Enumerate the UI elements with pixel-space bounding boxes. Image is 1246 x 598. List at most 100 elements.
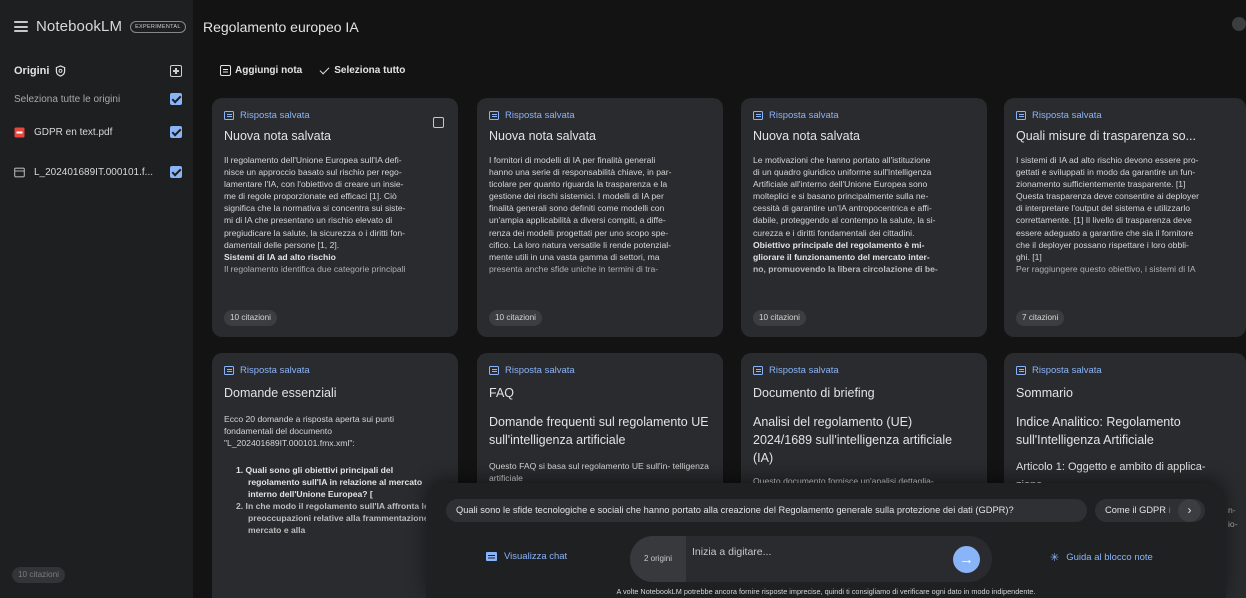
source-count-badge[interactable]: 2 origini (630, 536, 686, 582)
citations-chip[interactable]: 10 citazioni (12, 567, 65, 583)
arrow-right-icon: → (959, 551, 974, 568)
note-tag: Risposta salvata (1032, 110, 1102, 121)
note-tag: Risposta salvata (769, 365, 839, 376)
note-line: zionamento sufficientemente trasparente.… (1016, 179, 1186, 190)
note-card[interactable]: Risposta salvata Quali misure di traspar… (1004, 98, 1246, 337)
note-tag: Risposta salvata (769, 110, 839, 121)
note-tag: Risposta salvata (240, 365, 310, 376)
note-tag: Risposta salvata (240, 110, 310, 121)
add-note-button[interactable]: Aggiungi nota (220, 65, 302, 76)
note-line: no, promuovendo la libera circolazione d… (753, 263, 938, 274)
note-line: presenta anche sfide uniche in termini d… (489, 263, 659, 274)
sources-header: Origini (14, 65, 182, 77)
note-title: Quali misure di trasparenza so... (1016, 129, 1196, 143)
note-card[interactable]: Risposta salvata Domande essenziali Ecco… (212, 353, 458, 598)
note-line: Le motivazioni che hanno portato all'ist… (753, 155, 931, 165)
select-all-sources-checkbox[interactable] (170, 93, 182, 105)
menu-icon[interactable] (14, 21, 28, 32)
note-line: correttamente. [1] Il livello di traspar… (1016, 215, 1192, 226)
source-checkbox[interactable] (170, 166, 182, 178)
note-card[interactable]: Risposta salvata Nuova nota salvata I fo… (477, 98, 723, 337)
disclaimer: A volte NotebookLM potrebbe ancora forni… (616, 587, 1036, 596)
citations-chip[interactable]: 10 citazioni (224, 310, 277, 326)
saved-response-icon (1016, 366, 1026, 375)
note-line: mente utili in una vasta gamma di settor… (489, 251, 660, 262)
note-title: Sommario (1016, 386, 1073, 400)
send-button[interactable]: → (953, 546, 980, 573)
note-heading: Domande frequenti sul regolamento UE sul… (489, 415, 709, 447)
note-line: dabile, proteggendo al contempo la salut… (753, 215, 936, 226)
note-line: gettati e sviluppati in modo da garantir… (1016, 167, 1196, 178)
suggested-question-text: Come il GDPR (1105, 505, 1166, 515)
add-note-label: Aggiungi nota (235, 65, 303, 76)
note-line: Obiettivo principale del regolamento è m… (753, 239, 925, 250)
settings-icon[interactable] (1232, 17, 1246, 31)
note-line: di un quadro giuridico uniforme sull'Int… (753, 167, 932, 178)
add-source-button[interactable] (170, 65, 182, 77)
note-line: che il deployer possano rispettare i lor… (1016, 239, 1189, 250)
note-line: pregiudicare la salute, la sicurezza o i… (224, 227, 406, 238)
note-line: Il regolamento dell'Unione Europea sull'… (224, 155, 402, 165)
chevron-right-icon[interactable]: › (1178, 499, 1201, 522)
sparkle-icon: ✳ (1050, 552, 1060, 564)
saved-response-icon (489, 111, 499, 120)
check-icon (319, 64, 330, 74)
note-body: Il regolamento dell'Unione Europea sull'… (224, 154, 446, 296)
sources-title: Origini (14, 65, 50, 77)
source-item-gdpr[interactable]: GDPR en text.pdf (14, 126, 182, 138)
note-line: Per raggiungere questo obiettivo, i sist… (1016, 263, 1196, 274)
note-line: I sistemi di IA ad alto rischio devono e… (1016, 155, 1199, 165)
suggested-question[interactable]: Quali sono le sfide tecnologiche e socia… (446, 499, 1087, 522)
notebook-guide-button[interactable]: ✳ Guida al blocco note (1050, 551, 1153, 564)
experimental-badge: EXPERIMENTAL (130, 20, 186, 33)
note-intro: Ecco 20 domande a risposta aperta sui pu… (224, 413, 446, 449)
citations-chip[interactable]: 10 citazioni (753, 310, 806, 326)
suggested-question-more: i (1168, 505, 1171, 515)
note-text: Questo FAQ si basa sul regolamento UE su… (489, 461, 709, 483)
note-checkbox[interactable] (433, 117, 444, 128)
pdf-icon (14, 127, 25, 137)
note-icon (220, 65, 231, 76)
select-all-notes-button[interactable]: Seleziona tutto (319, 64, 406, 76)
note-body: I fornitori di modelli di IA per finalit… (489, 154, 711, 296)
note-line: cifico. La loro natura versatile li rend… (489, 239, 671, 250)
note-card[interactable]: Risposta salvata Nuova nota salvata Il r… (212, 98, 458, 337)
question-list: 1. Quali sono gli obiettivi principali d… (224, 464, 446, 536)
notebook-title[interactable]: Regolamento europeo IA (203, 19, 359, 35)
note-tag: Risposta salvata (505, 110, 575, 121)
note-line: mi di IA che presentano un rischio eleva… (224, 215, 393, 226)
source-checkbox[interactable] (170, 126, 182, 138)
note-line: hanno una serie di responsabilità chiave… (489, 167, 672, 178)
source-item-label: L_202401689IT.000101.f... (34, 166, 153, 178)
list-item: 1. Quali sono gli obiettivi principali d… (236, 465, 423, 499)
note-line: damentali delle persone [1, 2]. (224, 239, 340, 250)
saved-response-icon (224, 111, 234, 120)
note-heading: Analisi del regolamento (UE) 2024/1689 s… (753, 415, 953, 465)
select-all-sources[interactable]: Seleziona tutte le origini (14, 93, 182, 105)
doc-icon (14, 167, 25, 177)
note-card[interactable]: Risposta salvata Nuova nota salvata Le m… (741, 98, 987, 337)
note-line: un'ampia applicabilità a diversi compiti… (489, 215, 666, 226)
note-title: Nuova nota salvata (224, 129, 332, 143)
note-line: molteplici e si basano principalmente su… (753, 191, 929, 202)
note-line: essere adeguato a garantire che sia il f… (1016, 227, 1194, 238)
source-item-label: GDPR en text.pdf (34, 126, 113, 138)
note-tag: Risposta salvata (505, 365, 575, 376)
note-title: Nuova nota salvata (489, 129, 597, 143)
chat-panel: Quali sono le sfide tecnologiche e socia… (426, 483, 1226, 598)
note-title: Documento di briefing (753, 386, 875, 400)
note-line: curezza e i diritti fondamentali dei cit… (753, 227, 915, 238)
chat-input[interactable] (692, 542, 932, 562)
app-header: NotebookLM EXPERIMENTAL (14, 18, 186, 35)
select-all-label: Seleziona tutto (334, 65, 406, 76)
saved-response-icon (753, 111, 763, 120)
note-line: "L_202401689IT.000101.fmx.xml": (224, 438, 355, 448)
note-line: Ecco 20 domande a risposta aperta sui pu… (224, 414, 395, 424)
notebook-guide-label: Guida al blocco note (1066, 552, 1153, 563)
citations-chip[interactable]: 10 citazioni (489, 310, 542, 326)
note-title: Domande essenziali (224, 386, 337, 400)
source-item-regulation[interactable]: L_202401689IT.000101.f... (14, 166, 182, 178)
view-chat-button[interactable]: Visualizza chat (486, 551, 567, 562)
citations-chip[interactable]: 7 citazioni (1016, 310, 1065, 326)
note-line: Artificiale all'interno dell'Unione Euro… (753, 179, 928, 190)
